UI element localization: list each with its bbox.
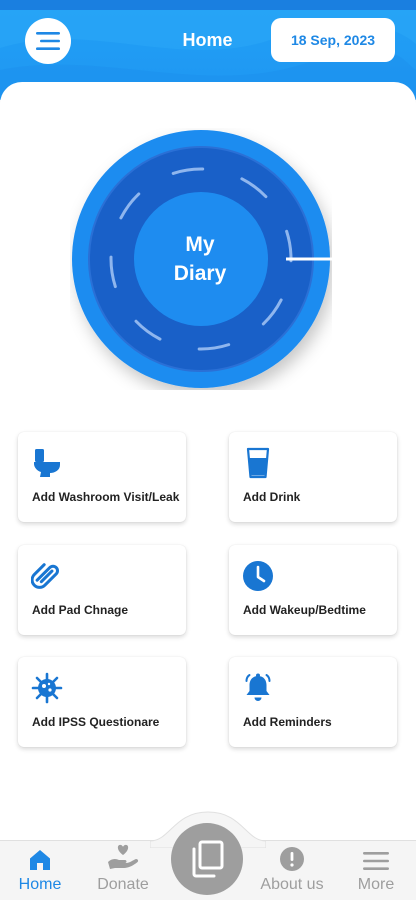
info-alert-icon <box>280 847 304 871</box>
home-icon <box>30 850 50 870</box>
add-pad-change-card[interactable]: Add Pad Chnage <box>18 545 186 635</box>
nav-label: Home <box>18 876 62 893</box>
nav-more[interactable]: More <box>336 845 416 894</box>
hamburger-icon <box>363 852 389 870</box>
status-bar <box>0 0 416 10</box>
add-reminders-card[interactable]: Add Reminders <box>229 657 397 747</box>
menu-button[interactable] <box>25 18 71 64</box>
donate-hand-heart-icon <box>108 844 139 869</box>
menu-icon <box>36 32 60 50</box>
center-action-button[interactable] <box>171 823 243 895</box>
nav-about-us[interactable]: About us <box>252 845 332 894</box>
add-wakeup-bedtime-card[interactable]: Add Wakeup/Bedtime <box>229 545 397 635</box>
nav-label: More <box>357 876 395 893</box>
nav-label: Donate <box>97 876 149 893</box>
action-label: Add Washroom Visit/Leak <box>32 490 180 504</box>
add-drink-card[interactable]: Add Drink <box>229 432 397 522</box>
add-washroom-visit-card[interactable]: Add Washroom Visit/Leak <box>18 432 186 522</box>
nav-home[interactable]: Home <box>0 845 80 894</box>
action-label: Add Wakeup/Bedtime <box>243 603 366 617</box>
action-label: Add Pad Chnage <box>32 603 129 617</box>
bell-icon <box>245 673 271 701</box>
nav-label: About us <box>260 876 324 893</box>
add-ipss-questionnaire-card[interactable]: Add IPSS Questionare <box>18 657 186 747</box>
page-title: Home <box>182 30 233 50</box>
toilet-icon <box>34 449 60 477</box>
virus-icon <box>31 672 63 704</box>
paperclip-icon <box>31 563 59 589</box>
copy-pages-icon <box>192 840 224 878</box>
action-label: Add Reminders <box>243 715 332 729</box>
action-label: Add IPSS Questionare <box>32 715 160 729</box>
glass-icon <box>246 447 270 479</box>
clock-icon <box>243 561 273 591</box>
nav-donate[interactable]: Donate <box>83 844 163 894</box>
date-selector[interactable]: 18 Sep, 2023 <box>271 18 395 62</box>
action-label: Add Drink <box>243 490 301 504</box>
my-diary-label[interactable]: My Diary <box>135 230 265 288</box>
